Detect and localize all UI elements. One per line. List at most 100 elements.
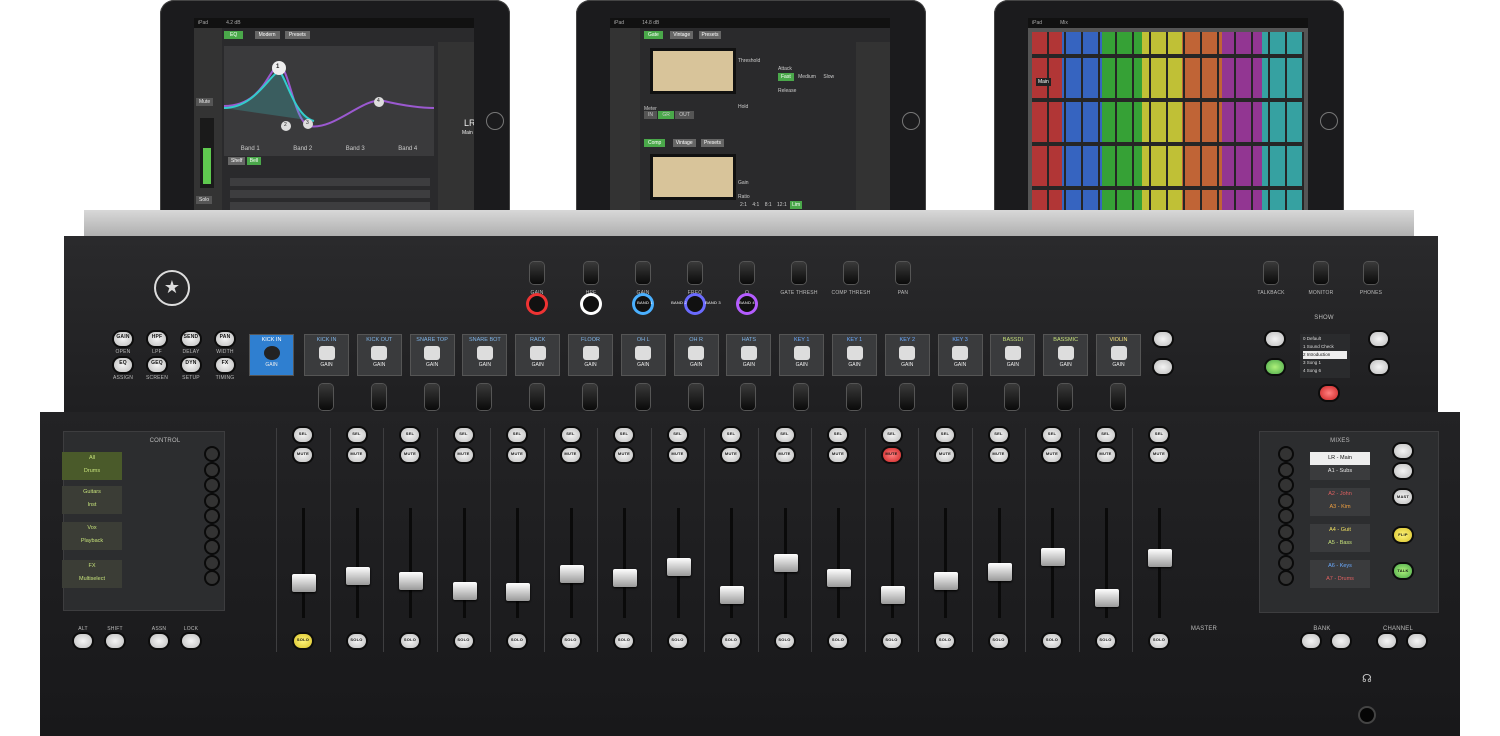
store-button[interactable] <box>1266 360 1284 374</box>
channel-encoder-knob[interactable] <box>635 384 650 410</box>
channel-knob[interactable] <box>896 262 910 284</box>
control-group-tile[interactable]: Guitars Inst <box>62 486 122 514</box>
channel-lcd-display[interactable]: OH L GAIN <box>620 334 666 376</box>
meter-in[interactable]: IN <box>644 111 657 119</box>
channel-encoder-knob[interactable] <box>319 384 333 410</box>
phones-knob[interactable] <box>1364 262 1378 284</box>
channel-fader[interactable] <box>1041 548 1065 567</box>
channel-lcd-display[interactable]: KEY 3 GAIN <box>937 334 983 376</box>
control-led-button[interactable] <box>206 448 218 460</box>
channel-lcd-display[interactable]: BASSDI GAIN <box>990 334 1036 376</box>
channel-encoder-knob[interactable] <box>583 384 597 410</box>
channel-encoder-knob[interactable] <box>1058 384 1073 410</box>
channel-fader[interactable] <box>452 581 477 600</box>
mix-tile[interactable]: A6 - Keys A7 - Drums <box>1310 560 1370 588</box>
channel-fader[interactable] <box>987 563 1012 582</box>
side-solo-button[interactable]: Solo <box>196 196 213 204</box>
channel-knob[interactable] <box>740 262 754 284</box>
headphone-jack[interactable] <box>1360 708 1374 722</box>
assign-button[interactable] <box>150 634 168 648</box>
mix-led-button[interactable] <box>1280 525 1292 538</box>
show-item[interactable]: 1 Sound Check <box>1303 343 1347 351</box>
alt-button[interactable] <box>74 634 92 648</box>
channel-fader[interactable] <box>345 566 370 585</box>
recall-button[interactable] <box>1320 386 1338 400</box>
mix-led-button[interactable] <box>1280 556 1292 569</box>
meter-out[interactable]: OUT <box>675 111 694 119</box>
channel-fader[interactable] <box>292 574 316 593</box>
home-button[interactable] <box>486 112 504 130</box>
channel-left-button[interactable] <box>1378 634 1396 648</box>
shelf-button[interactable]: Shelf <box>228 157 246 165</box>
eq-node-3[interactable]: 3 <box>306 120 309 126</box>
mix-led-button[interactable] <box>1280 448 1292 460</box>
control-led-button[interactable] <box>206 463 218 476</box>
monitor-knob[interactable] <box>1314 262 1328 284</box>
mix-led-button[interactable] <box>1280 494 1292 507</box>
side-mute-button[interactable]: Mute <box>196 98 214 106</box>
channel-fader[interactable] <box>1148 549 1172 568</box>
channel-encoder-knob[interactable] <box>741 384 756 410</box>
channel-lcd-display[interactable]: KICK IN GAIN <box>249 334 294 376</box>
channel-encoder-knob[interactable] <box>794 384 809 410</box>
channel-fader[interactable] <box>559 565 584 584</box>
channel-encoder-knob[interactable] <box>1005 384 1020 410</box>
channel-knob[interactable] <box>688 262 702 284</box>
page-down-button[interactable] <box>1154 360 1172 374</box>
channel-lcd-display[interactable]: RACK GAIN <box>515 334 561 376</box>
comp-type[interactable]: Vintage <box>672 139 696 147</box>
ratio-lim[interactable]: Lim <box>790 201 803 209</box>
bank-right-button[interactable] <box>1332 634 1350 648</box>
channel-fader[interactable] <box>827 568 851 587</box>
mix-led-button[interactable] <box>1280 541 1292 553</box>
mix-side-button[interactable] <box>1394 464 1412 478</box>
eq-node-1[interactable]: 1 <box>276 64 279 70</box>
channel-encoder-knob[interactable] <box>371 384 386 410</box>
control-group-tile[interactable]: All Drums <box>62 452 122 480</box>
show-up-button[interactable] <box>1370 332 1388 346</box>
channel-encoder-knob[interactable] <box>530 384 545 410</box>
channel-lcd-display[interactable]: SNARE BOT GAIN <box>462 334 508 376</box>
channel-lcd-display[interactable]: KICK IN GAIN <box>304 334 349 376</box>
comp-presets[interactable]: Presets <box>701 139 724 147</box>
channel-fader[interactable] <box>934 572 958 591</box>
control-led-button[interactable] <box>206 494 218 507</box>
ratio-2[interactable]: 2:1 <box>738 201 749 209</box>
channel-knob[interactable] <box>636 262 650 284</box>
band-4-label[interactable]: Band 4 <box>398 146 417 152</box>
eq-node-4[interactable]: 4 <box>377 98 380 104</box>
channel-lcd-display[interactable]: FLOOR GAIN <box>568 334 613 376</box>
channel-encoder-knob[interactable] <box>688 384 703 410</box>
channel-encoder-knob[interactable] <box>899 384 914 410</box>
show-down-button[interactable] <box>1370 360 1388 374</box>
band-2-label[interactable]: Band 2 <box>293 146 312 152</box>
tab-modern[interactable]: Modern <box>254 31 280 39</box>
control-led-button[interactable] <box>206 572 218 584</box>
eq-node-2[interactable]: 2 <box>284 122 287 128</box>
mix-led-button[interactable] <box>1280 572 1292 584</box>
channel-encoder-knob[interactable] <box>477 384 492 410</box>
tab-eq[interactable]: EQ <box>224 31 244 39</box>
control-led-button[interactable] <box>206 525 218 538</box>
control-led-button[interactable] <box>206 541 218 553</box>
mix-tile[interactable]: A4 - Guit A5 - Bass <box>1310 524 1370 552</box>
channel-fader[interactable] <box>1094 588 1119 607</box>
talkback-knob[interactable] <box>1264 262 1278 284</box>
ratio-8[interactable]: 8:1 <box>763 201 774 209</box>
page-up-button[interactable] <box>1154 332 1172 346</box>
attack-medium[interactable]: Medium <box>795 73 819 81</box>
band-3-label[interactable]: Band 3 <box>346 146 365 152</box>
channel-encoder-knob[interactable] <box>952 384 967 410</box>
channel-fader[interactable] <box>666 557 691 576</box>
attack-slow[interactable]: Slow <box>820 73 837 81</box>
channel-lcd-display[interactable]: KICK OUT GAIN <box>356 334 402 376</box>
channel-lcd-display[interactable]: KEY 1 GAIN <box>832 334 877 376</box>
shift-button[interactable] <box>106 634 124 648</box>
control-led-button[interactable] <box>206 479 218 491</box>
control-group-tile[interactable]: FX Multiselect <box>62 560 122 588</box>
show-list[interactable]: 0 Default 1 Sound Check 2 Introduction 3… <box>1300 334 1350 378</box>
mix-side-button[interactable] <box>1394 444 1412 458</box>
mix-tile[interactable]: A2 - John A3 - Kim <box>1310 488 1370 516</box>
ratio-12[interactable]: 12:1 <box>775 201 789 209</box>
channel-lcd-display[interactable]: SNARE TOP GAIN <box>409 334 455 376</box>
